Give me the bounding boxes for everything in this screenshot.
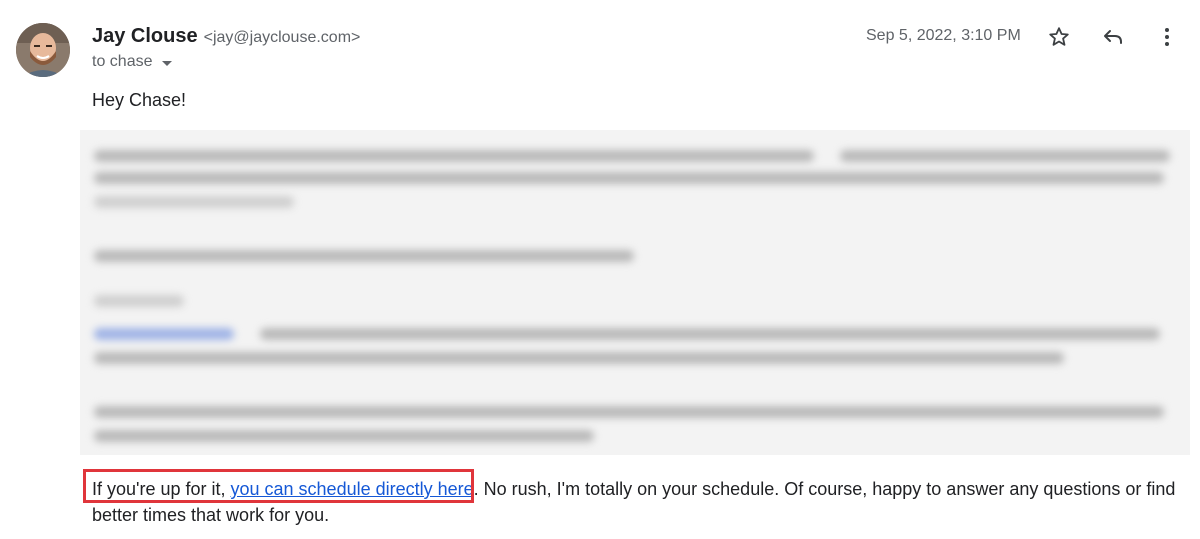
email-greeting: Hey Chase!	[92, 90, 187, 110]
recipient-label: to chase	[92, 53, 153, 70]
more-vert-icon	[1165, 28, 1169, 46]
avatar-photo	[16, 23, 70, 77]
email-body-paragraph: If you're up for it, you can schedule di…	[92, 476, 1182, 528]
star-button[interactable]	[1046, 24, 1072, 50]
paragraph-prefix: If you're up for it,	[92, 479, 231, 499]
chevron-down-icon[interactable]	[162, 60, 173, 66]
sender-name[interactable]: Jay Clouse	[92, 25, 198, 48]
email-message: Jay Clouse <jay@jayclouse.com> to chase …	[0, 0, 1200, 539]
reply-icon	[1104, 30, 1122, 44]
more-options-button[interactable]	[1154, 24, 1180, 50]
message-date: Sep 5, 2022, 3:10 PM	[866, 27, 1021, 44]
reply-button[interactable]	[1100, 24, 1126, 50]
star-icon	[1049, 27, 1069, 46]
redacted-content	[80, 130, 1190, 455]
sender-avatar[interactable]	[16, 23, 70, 77]
recipient-details-toggle[interactable]: to chase	[92, 53, 173, 71]
schedule-link[interactable]: you can schedule directly here	[231, 479, 474, 499]
sender-email: <jay@jayclouse.com>	[203, 29, 361, 46]
sender-line: Jay Clouse <jay@jayclouse.com>	[92, 25, 360, 48]
